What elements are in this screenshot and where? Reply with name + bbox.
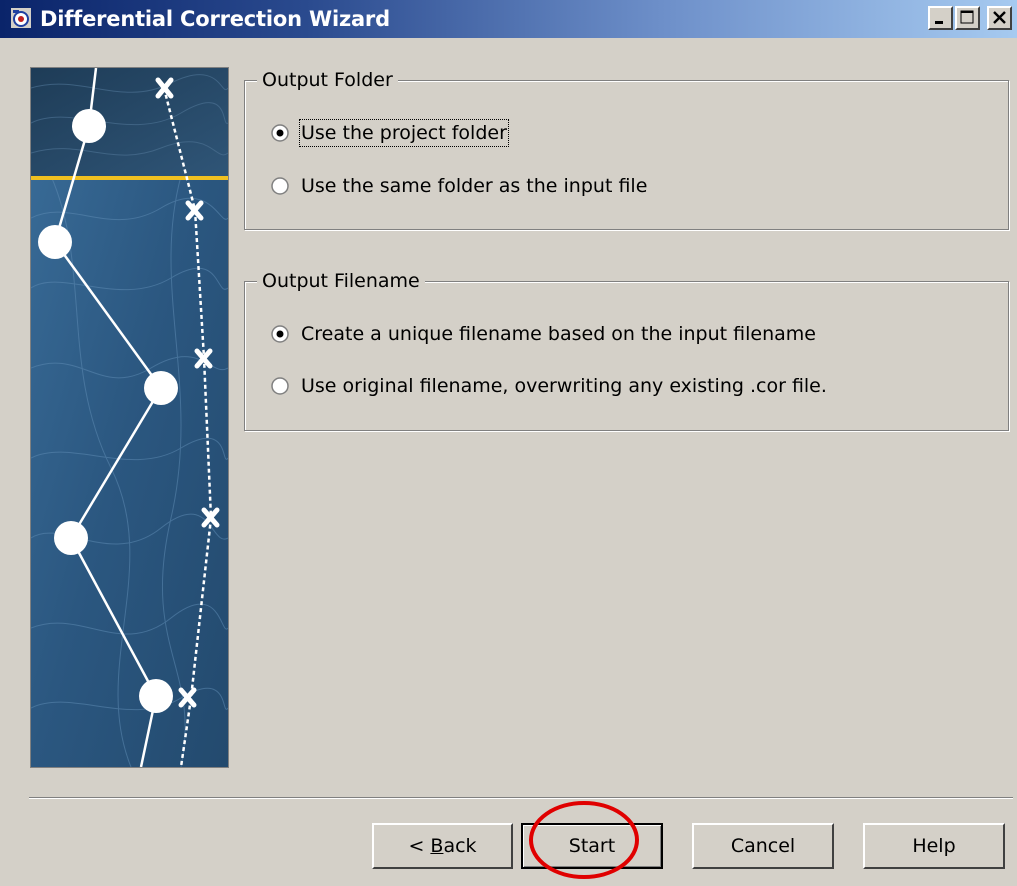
wizard-side-image [30,67,229,768]
maximize-button[interactable] [955,6,980,30]
radio-unselected-icon[interactable] [271,177,289,195]
output-folder-group: Output Folder Use the project folder Use… [244,68,1009,230]
map-route-graphic [31,68,228,767]
maximize-icon [960,10,974,24]
output-filename-legend: Output Filename [257,269,425,293]
radio-unique-filename[interactable]: Create a unique filename based on the in… [271,322,816,346]
button-separator [29,797,1013,799]
radio-use-project-folder[interactable]: Use the project folder [271,119,509,147]
back-button-prefix: < [408,835,431,857]
app-icon [11,8,31,28]
radio-selected-icon[interactable] [271,124,289,142]
minimize-icon [935,21,943,24]
radio-selected-icon[interactable] [271,325,289,343]
use-input-folder-label: Use the same folder as the input file [301,175,648,197]
title-bar: Differential Correction Wizard [0,0,1017,38]
window-title: Differential Correction Wizard [40,7,390,31]
cancel-button[interactable]: Cancel [692,823,834,869]
output-folder-legend: Output Folder [257,68,398,92]
radio-use-input-folder[interactable]: Use the same folder as the input file [271,174,647,198]
back-button-mnemonic: B [430,835,444,857]
radio-unselected-icon[interactable] [271,377,289,395]
unique-filename-label: Create a unique filename based on the in… [301,323,816,345]
help-button[interactable]: Help [863,823,1005,869]
back-button[interactable]: < Back [372,823,513,869]
back-button-rest: ack [443,835,477,857]
original-filename-label: Use original filename, overwriting any e… [301,375,827,397]
start-button[interactable]: Start [521,823,663,869]
output-filename-group: Output Filename Create a unique filename… [244,269,1009,431]
radio-original-filename[interactable]: Use original filename, overwriting any e… [271,374,827,398]
close-icon [993,11,1006,24]
minimize-button[interactable] [928,6,953,30]
use-project-folder-label: Use the project folder [299,119,509,147]
close-button[interactable] [987,6,1012,30]
